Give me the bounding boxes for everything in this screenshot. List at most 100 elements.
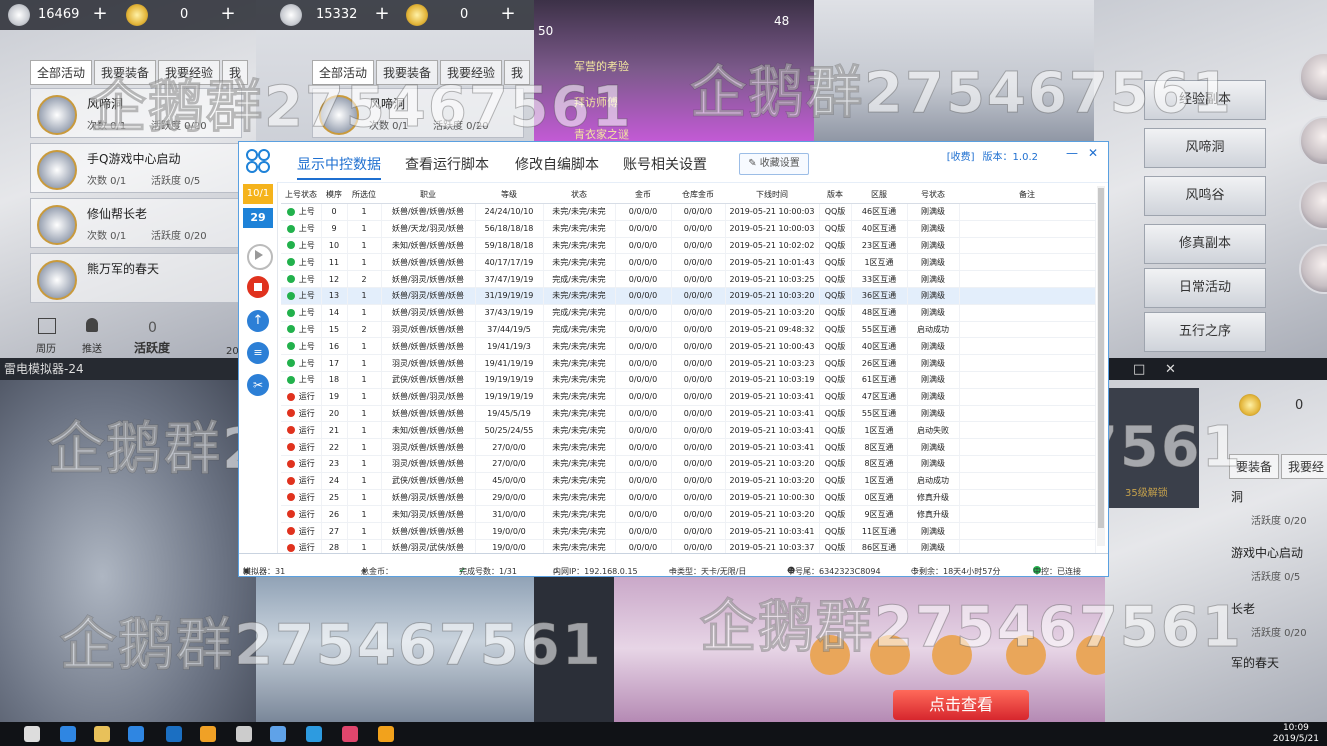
gold-coin-icon xyxy=(126,4,148,26)
table-cell: 刚满级 xyxy=(907,522,960,540)
table-row[interactable]: 运行 23 1 羽灵/妖兽/妖兽/妖兽 27/0/0/0 未完/未完/未完 0/0/0/0 0… xyxy=(281,455,1096,473)
table-row[interactable]: 上号 9 1 妖兽/天龙/羽灵/妖兽 56/18/18/18 未完/未完/未完 0/0/0/… xyxy=(281,220,1096,238)
document-icon[interactable]: ≡ xyxy=(247,342,269,364)
activity-card[interactable]: 手Q游戏中心启动 次数 0/1 活跃度 0/5 xyxy=(30,143,242,193)
table-cell: 0/0/0/0 xyxy=(615,489,672,507)
table-row[interactable]: 上号 16 1 妖兽/妖兽/妖兽/妖兽 19/41/19/3 未完/未完/未完 0/0/0/… xyxy=(281,337,1096,356)
maximize-icon[interactable]: □ xyxy=(1133,362,1145,377)
table-row[interactable]: 上号 15 2 羽灵/妖兽/妖兽/妖兽 37/44/19/5 完成/未完/未完 0/0/0/… xyxy=(281,321,1096,339)
minimize-icon[interactable]: — xyxy=(1066,146,1078,160)
view-details-button[interactable]: 点击查看 xyxy=(893,690,1029,720)
stop-icon[interactable] xyxy=(247,276,269,298)
table-row[interactable]: 上号 0 1 妖兽/妖兽/妖兽/妖兽 24/24/10/10 未完/未完/未完 0/0/0/… xyxy=(281,203,1096,221)
table-row[interactable]: 运行 26 1 未知/羽灵/妖兽/妖兽 31/0/0/0 未完/未完/未完 0/0/0/0 0… xyxy=(281,505,1096,524)
app-icon[interactable] xyxy=(378,726,394,742)
online-status-icon xyxy=(286,224,295,233)
system-clock[interactable]: 10:09 2019/5/21 xyxy=(1273,723,1319,745)
table-row[interactable]: 上号 14 1 妖兽/羽灵/妖兽/妖兽 37/43/19/19 完成/未完/未完 0/0/0… xyxy=(281,304,1096,322)
app-icon[interactable] xyxy=(342,726,358,742)
column-header[interactable]: 等级 xyxy=(475,186,543,204)
column-header[interactable]: 号状态 xyxy=(907,186,959,204)
version-label: 版本：1.0.2 xyxy=(982,152,1038,163)
add-silver-button[interactable]: + xyxy=(90,4,110,24)
tab-experience[interactable]: 我要经 xyxy=(1281,454,1327,479)
table-row[interactable]: 上号 12 2 妖兽/羽灵/妖兽/妖兽 37/47/19/19 完成/未完/未完 0/0/0… xyxy=(281,270,1096,288)
table-cell: 0/0/0/0 xyxy=(615,421,672,440)
column-header[interactable]: 仓库金币 xyxy=(671,186,725,204)
save-settings-button[interactable]: ✎ 收藏设置 xyxy=(739,153,809,175)
table-cell: 19/41/19/19 xyxy=(475,354,544,372)
column-header[interactable]: 上号状态 xyxy=(281,186,321,204)
table-row[interactable]: 运行 25 1 妖兽/羽灵/妖兽/妖兽 29/0/0/0 未完/未完/未完 0/0/0/0 0… xyxy=(281,489,1096,507)
dungeon-item[interactable]: 日常活动 xyxy=(1144,268,1266,308)
column-header[interactable]: 版本 xyxy=(819,186,851,204)
table-cell: 0/0/0/0 xyxy=(615,505,672,524)
table-row[interactable]: 运行 20 1 妖兽/妖兽/妖兽/妖兽 19/45/5/19 未完/未完/未完 0/0/0/… xyxy=(281,405,1096,423)
dungeon-item[interactable]: 风啼洞 xyxy=(1144,128,1266,168)
avatar[interactable] xyxy=(1299,180,1327,230)
table-row[interactable]: 运行 22 1 羽灵/妖兽/妖兽/妖兽 27/0/0/0 未完/未完/未完 0/0/0/0 0… xyxy=(281,438,1096,456)
add-silver-button[interactable]: + xyxy=(372,4,392,24)
tab-view-running-script[interactable]: 查看运行脚本 xyxy=(405,154,489,174)
folder-icon[interactable] xyxy=(94,726,110,742)
activity-card[interactable]: 修仙帮长老 次数 0/1 活跃度 0/20 xyxy=(30,198,242,248)
table-row[interactable]: 上号 10 1 未知/妖兽/妖兽/妖兽 59/18/18/18 未完/未完/未完 0/0/0… xyxy=(281,237,1096,255)
column-header[interactable]: 金币 xyxy=(615,186,671,204)
table-row[interactable]: 上号 18 1 武侠/妖兽/妖兽/妖兽 19/19/19/19 未完/未完/未完 0/0/0… xyxy=(281,371,1096,389)
close-icon[interactable]: ✕ xyxy=(1088,146,1098,160)
column-header[interactable]: 区服 xyxy=(851,186,907,204)
browser-icon[interactable] xyxy=(166,726,182,742)
table-row[interactable]: 运行 24 1 武侠/妖兽/妖兽/妖兽 45/0/0/0 未完/未完/未完 0/0/0/0 0… xyxy=(281,472,1096,490)
table-row[interactable]: 运行 21 1 未知/妖兽/妖兽/妖兽 50/25/24/55 未完/未完/未完 0/0/0… xyxy=(281,421,1096,440)
table-row[interactable]: 运行 27 1 妖兽/妖兽/妖兽/妖兽 19/0/0/0 未完/未完/未完 0/0/0/0 0… xyxy=(281,522,1096,540)
table-cell: 2019-05-21 10:00:03 xyxy=(725,220,820,238)
avatar[interactable] xyxy=(1299,116,1327,166)
avatar[interactable] xyxy=(1299,52,1327,102)
table-row[interactable]: 上号 11 1 妖兽/妖兽/妖兽/妖兽 40/17/17/19 未完/未完/未完 0/0/0… xyxy=(281,253,1096,272)
scrollbar-thumb[interactable] xyxy=(1098,188,1104,528)
table-row[interactable]: 上号 17 1 羽灵/妖兽/妖兽/妖兽 19/41/19/19 未完/未完/未完 0/0/0… xyxy=(281,354,1096,372)
upload-icon[interactable]: ↑ xyxy=(247,310,269,332)
app-icon[interactable] xyxy=(270,726,286,742)
app-icon[interactable] xyxy=(236,726,252,742)
tools-icon[interactable]: ✂ xyxy=(247,374,269,396)
list-item[interactable]: 游戏中心启动 xyxy=(1231,544,1303,561)
dungeon-item[interactable]: 五行之序 xyxy=(1144,312,1266,352)
avatar[interactable] xyxy=(1299,244,1327,294)
play-icon[interactable] xyxy=(247,244,273,270)
start-icon[interactable] xyxy=(24,726,40,742)
dungeon-item[interactable]: 修真副本 xyxy=(1144,224,1266,264)
app-icon[interactable] xyxy=(306,726,322,742)
add-gold-button[interactable]: + xyxy=(498,4,518,24)
add-gold-button[interactable]: + xyxy=(218,4,238,24)
calendar-icon[interactable] xyxy=(38,318,56,334)
column-header[interactable]: 状态 xyxy=(543,186,615,204)
column-header[interactable]: 备注 xyxy=(959,186,1095,204)
column-header[interactable]: 下线时间 xyxy=(725,186,819,204)
activity-card[interactable]: 熊万军的春天 xyxy=(30,253,242,303)
tab-edit-custom-script[interactable]: 修改自编脚本 xyxy=(515,154,599,174)
control-app-window: 显示中控数据 查看运行脚本 修改自编脚本 账号相关设置 ✎ 收藏设置 [收费] 版… xyxy=(238,141,1109,577)
tab-show-control-data[interactable]: 显示中控数据 xyxy=(297,154,381,180)
bell-icon[interactable] xyxy=(86,318,98,332)
dungeon-item[interactable]: 风鸣谷 xyxy=(1144,176,1266,216)
table-cell: 61区互通 xyxy=(851,371,908,389)
column-header[interactable]: 职业 xyxy=(381,186,475,204)
table-cell: 8区互通 xyxy=(851,455,908,473)
table-row[interactable]: 运行 19 1 妖兽/妖兽/羽灵/妖兽 19/19/19/19 未完/未完/未完 0/0/0… xyxy=(281,388,1096,406)
note-cell xyxy=(959,421,1096,440)
pay-link[interactable]: [收费] xyxy=(947,152,975,163)
edge-icon[interactable] xyxy=(60,726,76,742)
list-item[interactable]: 洞 xyxy=(1231,488,1243,505)
close-icon[interactable]: ✕ xyxy=(1165,362,1176,377)
table-cell: 0/0/0/0 xyxy=(615,321,672,339)
table-row[interactable]: 上号 13 1 妖兽/羽灵/妖兽/妖兽 31/19/19/19 未完/未完/未完 0/0/0… xyxy=(281,287,1096,305)
tab-account-settings[interactable]: 账号相关设置 xyxy=(623,154,707,174)
tab-all-activities[interactable]: 全部活动 xyxy=(30,60,93,85)
table-cell: 未完/未完/未完 xyxy=(543,371,616,389)
column-header[interactable]: 模序 xyxy=(321,186,347,204)
control-app-icon[interactable] xyxy=(128,726,144,742)
column-header[interactable]: 所选位 xyxy=(347,186,381,204)
table-scrollbar[interactable] xyxy=(1097,186,1105,546)
app-icon[interactable] xyxy=(200,726,216,742)
